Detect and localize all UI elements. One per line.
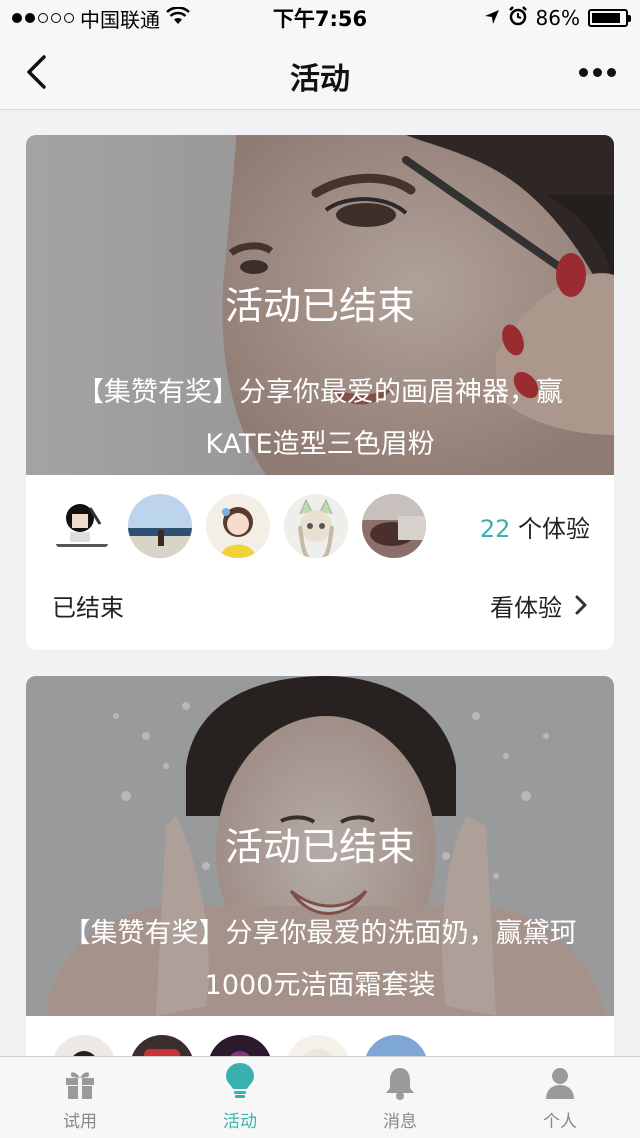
chevron-right-icon bbox=[575, 595, 587, 615]
participant-avatar[interactable] bbox=[284, 494, 348, 558]
participant-avatar[interactable] bbox=[362, 494, 426, 558]
activity-banner[interactable]: 活动已结束 【集赞有奖】分享你最爱的画眉神器，赢KATE造型三色眉粉 bbox=[26, 135, 614, 475]
back-button[interactable] bbox=[14, 50, 58, 94]
participant-avatar[interactable] bbox=[50, 494, 114, 558]
activity-title: 【集赞有奖】分享你最爱的洗面奶，赢黛珂1000元洁面霜套装 bbox=[63, 918, 577, 1001]
tab-label: 消息 bbox=[383, 1112, 417, 1132]
status-bar: 中国联通 下午7:56 86% bbox=[0, 0, 640, 36]
tab-label: 个人 bbox=[543, 1112, 577, 1132]
tab-profile[interactable]: 个人 bbox=[480, 1057, 640, 1138]
gift-icon bbox=[66, 1072, 94, 1099]
more-button[interactable] bbox=[572, 50, 622, 94]
activity-card[interactable]: 活动已结束 【集赞有奖】分享你最爱的画眉神器，赢KATE造型三色眉粉 22 个体… bbox=[26, 135, 614, 650]
card-footer: 已结束 看体验 bbox=[52, 575, 588, 635]
battery-percent: 86% bbox=[535, 6, 580, 30]
alarm-icon bbox=[508, 5, 528, 31]
tab-bar: 试用 活动 消息 个人 bbox=[0, 1056, 640, 1138]
tab-label: 活动 bbox=[223, 1112, 257, 1132]
activity-ended-label: 活动已结束 bbox=[224, 825, 415, 869]
participants-row[interactable]: 22 个体验 bbox=[50, 493, 590, 559]
activity-ended-label: 活动已结束 bbox=[224, 284, 415, 328]
wifi-icon bbox=[166, 6, 190, 30]
battery-icon bbox=[588, 9, 631, 27]
person-icon bbox=[546, 1068, 574, 1099]
navigation-bar: 活动 bbox=[0, 36, 640, 110]
activity-card[interactable]: 活动已结束 【集赞有奖】分享你最爱的洗面奶，赢黛珂1000元洁面霜套装 bbox=[26, 676, 614, 1096]
location-arrow-icon bbox=[484, 6, 500, 30]
activity-status: 已结束 bbox=[52, 593, 124, 622]
participant-avatar[interactable] bbox=[128, 494, 192, 558]
chevron-left-icon bbox=[27, 55, 46, 89]
view-experiences-label: 看体验 bbox=[490, 593, 562, 622]
participants-count: 22 个体验 bbox=[479, 514, 590, 543]
more-dots-icon bbox=[578, 67, 588, 77]
tab-activity[interactable]: 活动 bbox=[160, 1057, 320, 1138]
activity-banner[interactable]: 活动已结束 【集赞有奖】分享你最爱的洗面奶，赢黛珂1000元洁面霜套装 bbox=[26, 676, 614, 1016]
tab-messages[interactable]: 消息 bbox=[320, 1057, 480, 1138]
page-title: 活动 bbox=[290, 62, 350, 97]
tab-label: 试用 bbox=[63, 1112, 97, 1132]
tab-trial[interactable]: 试用 bbox=[0, 1057, 160, 1138]
cell-signal-icon bbox=[12, 13, 74, 23]
clock: 下午7:56 bbox=[272, 7, 368, 31]
participant-avatar[interactable] bbox=[206, 494, 270, 558]
view-experiences-link[interactable]: 看体验 bbox=[490, 588, 588, 623]
carrier-label: 中国联通 bbox=[80, 7, 160, 32]
lightbulb-icon bbox=[226, 1063, 254, 1098]
bell-icon bbox=[386, 1068, 414, 1100]
activity-title: 【集赞有奖】分享你最爱的画眉神器，赢KATE造型三色眉粉 bbox=[77, 377, 563, 460]
